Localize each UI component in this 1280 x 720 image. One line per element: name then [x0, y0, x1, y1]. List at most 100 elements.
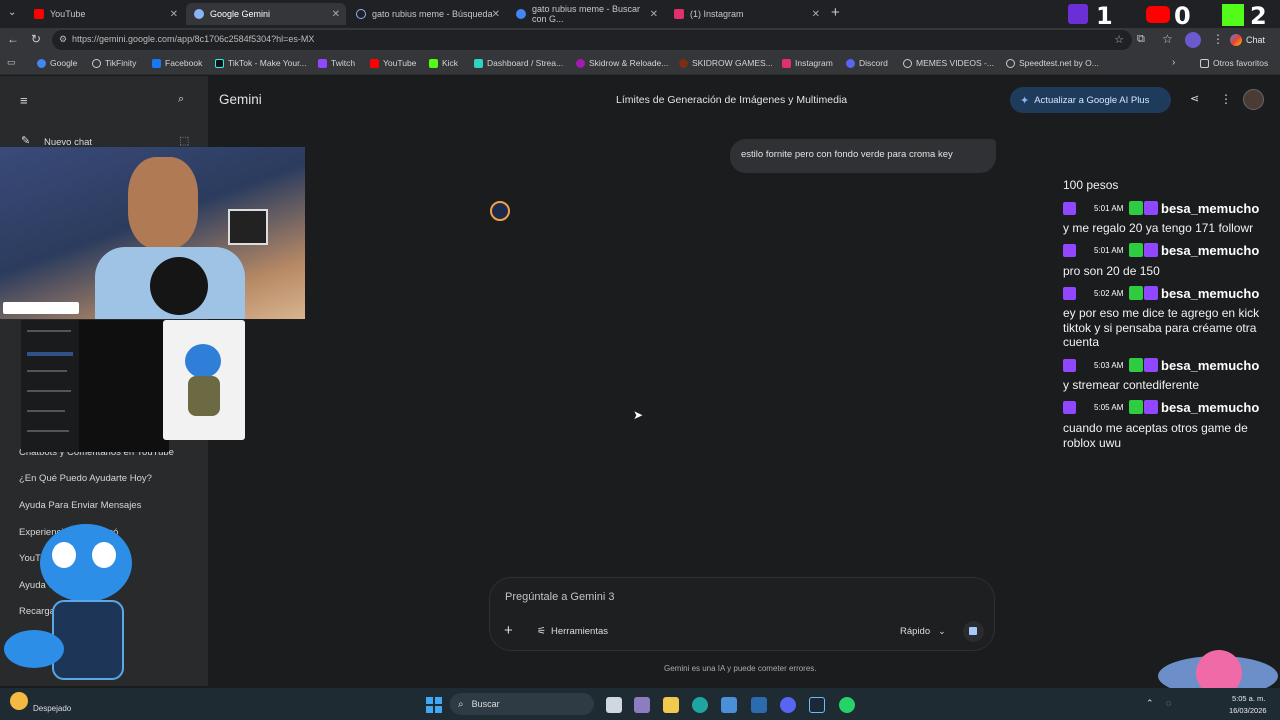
- twitch-icon: [1063, 358, 1076, 372]
- search-icon: ⌕: [458, 698, 464, 710]
- chrome-menu-icon[interactable]: ⋮: [1212, 32, 1224, 46]
- search-icon[interactable]: ⌕: [178, 93, 184, 106]
- bookmark-youtube[interactable]: YouTube: [370, 58, 416, 68]
- close-icon[interactable]: ✕: [332, 9, 340, 20]
- tab-label: (1) Instagram: [690, 9, 744, 19]
- bookmark-tiktok[interactable]: TikTok - Make Your...: [215, 58, 307, 68]
- clock-time[interactable]: 5:05 a. m.: [1232, 694, 1265, 703]
- gemini-brand[interactable]: Gemini: [219, 92, 262, 107]
- sidebar-item-mensajes[interactable]: Ayuda Para Enviar Mensajes: [19, 500, 141, 511]
- site-info-icon[interactable]: ⚙: [59, 34, 67, 45]
- avatar[interactable]: [1243, 89, 1264, 110]
- chevron-right-icon[interactable]: ›: [1172, 57, 1175, 68]
- prompt-input[interactable]: Pregúntale a Gemini 3: [505, 591, 614, 603]
- weather-label[interactable]: Despejado: [33, 704, 71, 713]
- mail-icon[interactable]: [751, 697, 767, 713]
- google-icon: [516, 9, 526, 19]
- address-bar[interactable]: ⚙ https://gemini.google.com/app/8c1706c2…: [52, 30, 1132, 50]
- tools-button[interactable]: ⚟ Herramientas: [537, 626, 608, 637]
- user-message-bubble: estilo fornite pero con fondo verde para…: [730, 139, 996, 173]
- store-icon[interactable]: [721, 697, 737, 713]
- whatsapp-icon[interactable]: [839, 697, 855, 713]
- bookmark-kick[interactable]: Kick: [429, 58, 458, 68]
- sparkle-icon: ✦: [1020, 94, 1030, 107]
- tab-google-gemini[interactable]: Google Gemini ✕: [186, 3, 346, 25]
- chat-username: besa_memucho: [1161, 357, 1260, 373]
- google-icon: [37, 58, 46, 68]
- instagram-icon: [674, 9, 684, 19]
- back-icon[interactable]: ←: [7, 32, 19, 46]
- more-options-icon[interactable]: ⋮: [1220, 92, 1232, 106]
- bookmark-skidrow-games[interactable]: SKIDROW GAMES...: [679, 58, 773, 68]
- webcam-overlay: [0, 147, 305, 319]
- upgrade-button[interactable]: ✦ Actualizar a Google AI Plus: [1010, 87, 1171, 113]
- new-tab-icon[interactable]: +: [831, 4, 840, 21]
- tab-google-search[interactable]: gato rubius meme - Buscar con G... ✕: [508, 3, 664, 25]
- conversation-title: Límites de Generación de Imágenes y Mult…: [616, 94, 848, 106]
- tab-search-gato[interactable]: gato rubius meme - Búsqueda ✕: [348, 3, 506, 25]
- tab-list-chevron-icon[interactable]: ⌄: [8, 7, 16, 18]
- tab-label: gato rubius meme - Búsqueda: [372, 9, 493, 19]
- start-button[interactable]: [426, 697, 442, 713]
- bookmark-google[interactable]: Google: [37, 58, 77, 68]
- twitch-score: 1: [1096, 2, 1113, 30]
- close-icon[interactable]: ✕: [492, 9, 500, 20]
- sidebar-toggle-icon[interactable]: ⬚: [179, 134, 189, 147]
- bookmark-tikfinity[interactable]: TikFinity: [92, 58, 136, 68]
- tab-search-icon[interactable]: ▭: [7, 57, 16, 68]
- widgets-icon[interactable]: [634, 697, 650, 713]
- edit-icon[interactable]: ✎: [21, 134, 30, 147]
- subscriber-badge-icon: [1144, 201, 1158, 215]
- mode-selector[interactable]: Rápido ⌄: [900, 626, 946, 637]
- profile-icon[interactable]: [1185, 32, 1201, 48]
- menu-icon[interactable]: ≡: [20, 93, 28, 108]
- star-icon[interactable]: ☆: [1114, 33, 1124, 46]
- tab-youtube[interactable]: YouTube ✕: [26, 3, 184, 25]
- bookmark-speedtest[interactable]: Speedtest.net by O...: [1006, 58, 1099, 68]
- verified-badge-icon: [1129, 201, 1143, 215]
- bookmark-facebook[interactable]: Facebook: [152, 58, 202, 68]
- clock-date[interactable]: 16/03/2026: [1229, 706, 1267, 715]
- close-icon[interactable]: ✕: [170, 9, 178, 20]
- task-view-icon[interactable]: [606, 697, 622, 713]
- bookmark-memes[interactable]: MEMES VIDEOS -...: [903, 58, 994, 68]
- stop-button[interactable]: [963, 621, 984, 642]
- twitch-icon: [1063, 286, 1076, 300]
- chat-button[interactable]: Chat: [1230, 31, 1265, 49]
- steam-icon[interactable]: [809, 697, 825, 713]
- bookmark-skidrow-reloaded[interactable]: Skidrow & Reloade...: [576, 58, 668, 68]
- browser-tab-bar: ⌄ YouTube ✕ Google Gemini ✕ gato rubius …: [0, 0, 1280, 30]
- add-icon[interactable]: +: [504, 622, 513, 639]
- discord-icon: [846, 58, 855, 68]
- kick-score: 2: [1250, 2, 1267, 30]
- tray-chevron-icon[interactable]: ⌃: [1146, 698, 1154, 709]
- skidrow-icon: [679, 58, 688, 68]
- bookmark-dashboard[interactable]: Dashboard / Strea...: [474, 58, 563, 68]
- gemini-chat-icon: [1230, 34, 1242, 46]
- close-icon[interactable]: ✕: [650, 9, 658, 20]
- file-explorer-icon[interactable]: [663, 697, 679, 713]
- taskbar-search[interactable]: ⌕ Buscar: [450, 693, 594, 715]
- share-icon[interactable]: ⋖: [1190, 92, 1199, 105]
- other-favorites[interactable]: Otros favoritos: [1200, 58, 1268, 68]
- weather-icon[interactable]: [10, 692, 28, 710]
- bookmarks-icon[interactable]: ☆: [1162, 32, 1173, 46]
- gemini-icon: [194, 9, 204, 19]
- globe-icon: [903, 58, 912, 68]
- youtube-icon: [34, 9, 44, 19]
- bookmark-instagram[interactable]: Instagram: [782, 58, 833, 68]
- bookmark-discord[interactable]: Discord: [846, 58, 888, 68]
- verified-badge-icon: [1129, 400, 1143, 414]
- network-icon[interactable]: ◌: [1166, 698, 1171, 708]
- sidebar-item-ayudarte[interactable]: ¿En Qué Puedo Ayudarte Hoy?: [19, 473, 152, 484]
- extensions-icon[interactable]: ⧉: [1137, 33, 1145, 46]
- kick-icon: [429, 58, 438, 68]
- discord-icon[interactable]: [780, 697, 796, 713]
- chat-username: besa_memucho: [1161, 200, 1260, 216]
- tab-instagram[interactable]: (1) Instagram ✕: [666, 3, 826, 25]
- mini-browser-capture: [21, 320, 79, 452]
- reload-icon[interactable]: ↻: [31, 32, 41, 46]
- close-icon[interactable]: ✕: [812, 9, 820, 20]
- bookmark-twitch[interactable]: Twitch: [318, 58, 355, 68]
- edge-icon[interactable]: [692, 697, 708, 713]
